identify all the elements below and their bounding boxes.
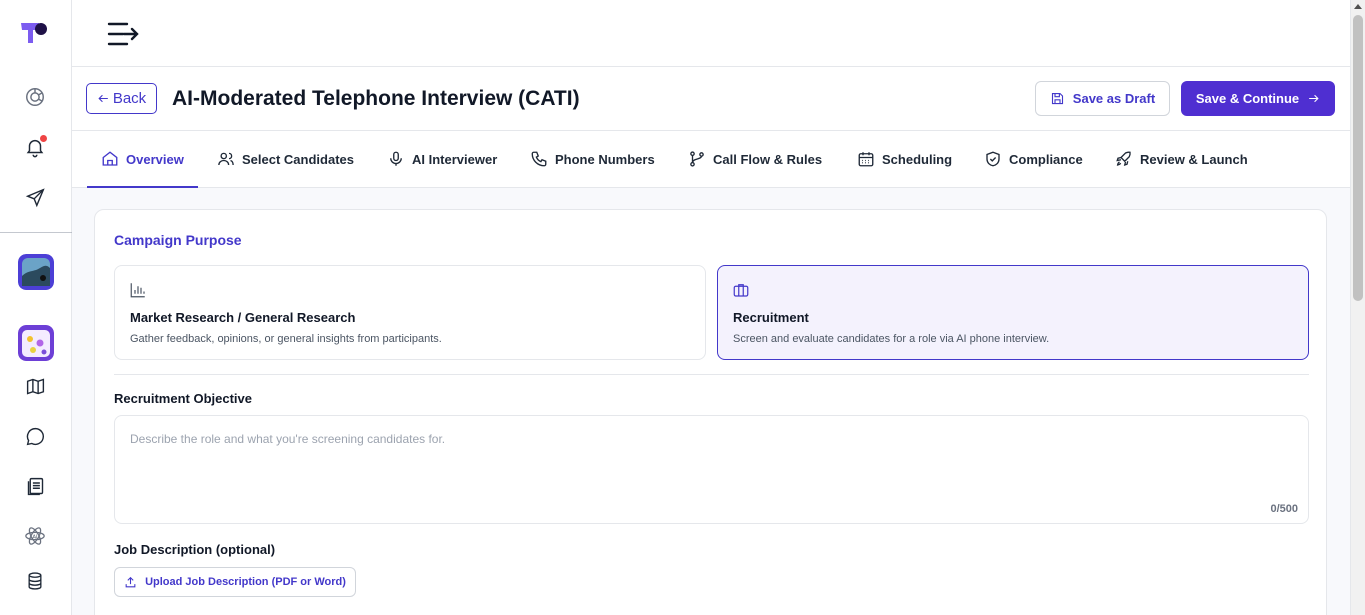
send-icon[interactable] xyxy=(22,184,48,210)
job-description-label: Job Description (optional) xyxy=(114,542,276,557)
document-icon[interactable] xyxy=(22,473,48,499)
microphone-icon xyxy=(390,151,402,166)
upload-job-description-button[interactable]: Upload Job Description (PDF or Word) xyxy=(114,567,356,597)
save-draft-label: Save as Draft xyxy=(1072,91,1156,106)
bell-icon[interactable] xyxy=(22,134,48,160)
app-root: AI Back AI-Moderated Telephone Interview… xyxy=(0,0,1365,615)
objective-label: Recruitment Objective xyxy=(114,391,252,406)
bar-chart-icon xyxy=(130,283,145,298)
dashboard-icon[interactable] xyxy=(22,84,48,110)
left-rail: AI xyxy=(0,0,72,615)
phone-icon xyxy=(531,151,547,167)
tab-compliance[interactable]: Compliance xyxy=(984,131,1083,187)
map-icon[interactable] xyxy=(22,373,48,399)
tab-label: Phone Numbers xyxy=(555,151,655,167)
top-bar xyxy=(72,0,1350,67)
users-icon xyxy=(218,152,234,166)
section-divider xyxy=(114,374,1309,375)
scroll-thumb[interactable] xyxy=(1353,15,1363,301)
arrow-left-icon xyxy=(98,94,108,103)
wizard-tabs: Overview Select Candidates AI Interviewe… xyxy=(72,131,1350,188)
main-content: Campaign Purpose Market Research / Gener… xyxy=(72,188,1350,615)
back-label: Back xyxy=(112,90,147,107)
option-title: Recruitment xyxy=(733,310,809,325)
purpose-option-market-research[interactable]: Market Research / General Research Gathe… xyxy=(114,265,706,360)
objective-placeholder: Describe the role and what you're screen… xyxy=(130,432,446,446)
tab-label: Scheduling xyxy=(882,151,953,167)
tab-label: Compliance xyxy=(1009,151,1083,167)
tab-overview[interactable]: Overview xyxy=(87,131,198,188)
calendar-icon xyxy=(858,152,874,167)
tab-review-launch[interactable]: Review & Launch xyxy=(1115,131,1248,187)
rail-divider xyxy=(0,232,72,233)
character-counter: 0/500 xyxy=(1270,503,1298,515)
scroll-up-arrow[interactable] xyxy=(1354,4,1362,9)
brand-logo[interactable] xyxy=(20,22,48,44)
save-draft-button[interactable]: Save as Draft xyxy=(1035,81,1170,116)
purpose-option-recruitment[interactable]: Recruitment Screen and evaluate candidat… xyxy=(717,265,1309,360)
app-thumbnail-1[interactable] xyxy=(18,254,54,290)
tab-select-candidates[interactable]: Select Candidates xyxy=(217,131,354,187)
tab-label: Review & Launch xyxy=(1140,151,1248,167)
option-description: Gather feedback, opinions, or general in… xyxy=(130,333,442,345)
page-header: Back AI-Moderated Telephone Interview (C… xyxy=(72,67,1350,131)
tab-scheduling[interactable]: Scheduling xyxy=(857,131,952,187)
database-icon[interactable] xyxy=(22,568,48,594)
page-title: AI-Moderated Telephone Interview (CATI) xyxy=(172,87,580,110)
tab-phone-numbers[interactable]: Phone Numbers xyxy=(530,131,655,187)
back-button[interactable]: Back xyxy=(86,83,157,114)
section-title: Campaign Purpose xyxy=(114,232,242,248)
home-icon xyxy=(102,151,118,166)
app-thumbnail-2[interactable] xyxy=(18,325,54,361)
tab-label: Overview xyxy=(126,151,184,167)
branch-icon xyxy=(690,151,704,167)
save-continue-label: Save & Continue xyxy=(1195,91,1300,106)
shield-icon xyxy=(986,151,1000,167)
page-scrollbar[interactable] xyxy=(1350,0,1365,615)
briefcase-icon xyxy=(733,284,749,297)
tab-label: Call Flow & Rules xyxy=(713,151,823,167)
objective-textarea[interactable]: Describe the role and what you're screen… xyxy=(114,415,1309,524)
tab-call-flow[interactable]: Call Flow & Rules xyxy=(688,131,822,187)
chat-icon[interactable] xyxy=(22,423,48,449)
tab-ai-interviewer[interactable]: AI Interviewer xyxy=(387,131,497,187)
notification-dot xyxy=(40,135,47,142)
arrow-right-icon xyxy=(1309,94,1319,103)
ai-icon[interactable]: AI xyxy=(22,523,48,549)
tab-label: Select Candidates xyxy=(242,151,354,167)
upload-label: Upload Job Description (PDF or Word) xyxy=(145,576,346,588)
option-description: Screen and evaluate candidates for a rol… xyxy=(733,333,1050,345)
tab-label: AI Interviewer xyxy=(412,151,498,167)
collapse-menu-icon[interactable] xyxy=(106,20,140,48)
save-continue-button[interactable]: Save & Continue xyxy=(1181,81,1335,116)
rocket-icon xyxy=(1116,151,1131,167)
save-icon xyxy=(1051,92,1063,105)
svg-text:AI: AI xyxy=(32,534,38,540)
overview-card: Campaign Purpose Market Research / Gener… xyxy=(94,209,1327,615)
upload-icon xyxy=(125,576,136,587)
option-title: Market Research / General Research xyxy=(130,310,356,325)
